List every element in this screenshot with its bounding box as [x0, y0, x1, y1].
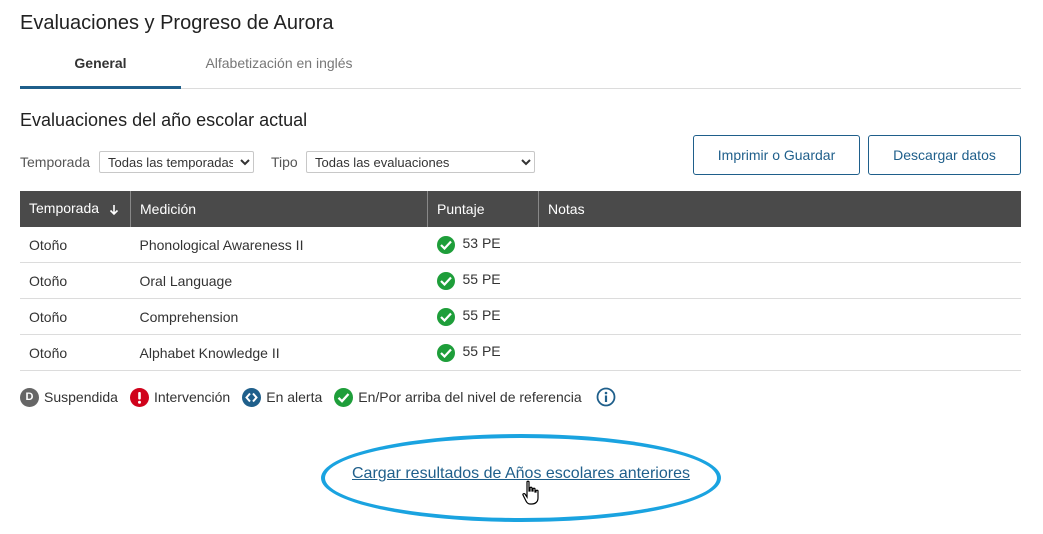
check-circle-icon	[436, 307, 455, 326]
notes-cell	[538, 334, 1021, 371]
table-header-row: Temporada Medición Puntaje Notas	[20, 191, 1021, 227]
season-cell: Otoño	[20, 334, 131, 371]
section-title: Evaluaciones del año escolar actual	[20, 110, 308, 130]
exclamation-icon	[129, 387, 149, 407]
score-cell: 55 PE	[427, 262, 539, 299]
legend-label-on-track: En/Por arriba del nivel de referencia	[358, 389, 582, 405]
measure-cell: Phonological Awareness II	[130, 227, 428, 263]
score-cell: 53 PE	[427, 227, 539, 263]
table-row: Otoño Comprehension 55 PE	[20, 298, 1021, 335]
assessments-table: Temporada Medición Puntaje Notas Otoño P…	[20, 191, 1021, 371]
column-header-score: Puntaje	[427, 191, 539, 227]
table-row: Otoño Oral Language 55 PE	[20, 262, 1021, 299]
column-header-notes: Notas	[538, 191, 1021, 227]
season-cell: Otoño	[20, 227, 131, 263]
notes-cell	[538, 298, 1021, 335]
notes-cell	[538, 262, 1021, 299]
measure-cell: Alphabet Knowledge II	[130, 334, 428, 371]
alert-arrows-icon	[242, 387, 262, 407]
table-row: Otoño Alphabet Knowledge II 55 PE	[20, 334, 1021, 371]
check-circle-icon	[436, 343, 455, 362]
page-title: Evaluaciones y Progreso de Aurora	[20, 12, 334, 34]
print-save-button[interactable]: Imprimir o Guardar	[693, 135, 860, 175]
tab-bar: General Alfabetización en inglés	[20, 44, 1021, 89]
sort-down-arrow-icon[interactable]	[109, 203, 119, 219]
legend-item-suspended: D Suspendida	[20, 387, 118, 407]
legend-label-alert: En alerta	[266, 389, 323, 405]
tab-general[interactable]: General	[20, 44, 181, 89]
tab-english-literacy[interactable]: Alfabetización en inglés	[191, 44, 367, 86]
season-cell: Otoño	[20, 262, 131, 299]
type-select[interactable]: Todas las evaluaciones	[306, 151, 535, 173]
legend-item-intervention: Intervención	[129, 387, 231, 407]
legend-item-alert: En alerta	[242, 387, 323, 407]
score-value: 55 PE	[462, 271, 501, 288]
check-circle-icon	[436, 235, 455, 254]
score-value: 55 PE	[462, 307, 501, 324]
hand-cursor-icon	[521, 480, 541, 511]
type-filter-label: Tipo	[271, 154, 298, 170]
table-row: Otoño Phonological Awareness II 53 PE	[20, 227, 1021, 263]
season-cell: Otoño	[20, 298, 131, 335]
download-data-button[interactable]: Descargar datos	[868, 135, 1021, 175]
info-icon[interactable]	[596, 387, 616, 407]
measure-cell: Comprehension	[130, 298, 428, 335]
legend: D Suspendida Intervención En alerta En/P…	[20, 386, 616, 408]
season-filter-label: Temporada	[20, 154, 91, 170]
check-circle-icon	[334, 387, 354, 407]
score-cell: 55 PE	[427, 298, 539, 335]
legend-item-on-track: En/Por arriba del nivel de referencia	[334, 387, 582, 407]
legend-label-suspended: Suspendida	[44, 389, 118, 405]
measure-cell: Oral Language	[130, 262, 428, 299]
score-cell: 55 PE	[427, 334, 539, 371]
check-circle-icon	[436, 271, 455, 290]
legend-label-intervention: Intervención	[153, 389, 231, 405]
column-header-season[interactable]: Temporada	[20, 191, 131, 227]
season-select[interactable]: Todas las temporadas	[99, 151, 254, 173]
column-header-measure: Medición	[130, 191, 428, 227]
score-value: 55 PE	[462, 343, 501, 360]
suspended-icon: D	[20, 387, 39, 407]
notes-cell	[538, 227, 1021, 263]
score-value: 53 PE	[462, 235, 501, 252]
